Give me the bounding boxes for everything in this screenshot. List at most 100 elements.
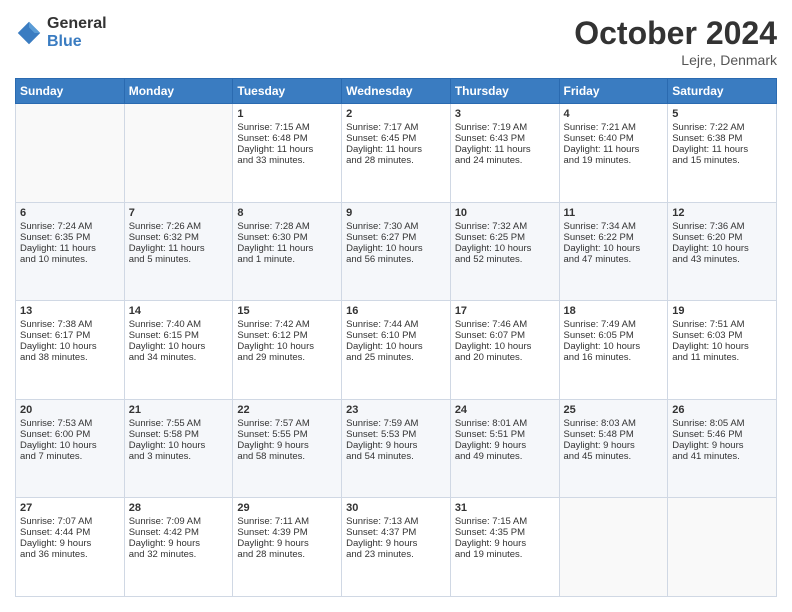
day-info: Sunrise: 7:21 AM xyxy=(564,122,664,133)
day-info: Sunset: 6:32 PM xyxy=(129,232,229,243)
day-info: and 47 minutes. xyxy=(564,254,664,265)
header-thursday: Thursday xyxy=(450,79,559,104)
calendar-cell xyxy=(16,104,125,203)
day-info: Daylight: 10 hours xyxy=(455,243,555,254)
day-info: Daylight: 10 hours xyxy=(237,341,337,352)
day-info: Daylight: 9 hours xyxy=(455,538,555,549)
day-info: Sunset: 6:22 PM xyxy=(564,232,664,243)
day-info: and 34 minutes. xyxy=(129,352,229,363)
day-info: and 1 minute. xyxy=(237,254,337,265)
day-info: Sunrise: 7:26 AM xyxy=(129,221,229,232)
header-sunday: Sunday xyxy=(16,79,125,104)
calendar-cell: 29Sunrise: 7:11 AMSunset: 4:39 PMDayligh… xyxy=(233,498,342,597)
day-info: Sunset: 5:53 PM xyxy=(346,429,446,440)
location: Lejre, Denmark xyxy=(574,52,777,68)
day-info: Daylight: 10 hours xyxy=(564,341,664,352)
day-info: Daylight: 11 hours xyxy=(346,144,446,155)
day-info: Sunrise: 7:44 AM xyxy=(346,319,446,330)
day-info: Sunrise: 7:09 AM xyxy=(129,516,229,527)
day-info: Daylight: 10 hours xyxy=(129,341,229,352)
day-info: and 3 minutes. xyxy=(129,451,229,462)
calendar-week-row: 27Sunrise: 7:07 AMSunset: 4:44 PMDayligh… xyxy=(16,498,777,597)
day-number: 31 xyxy=(455,502,555,514)
day-number: 28 xyxy=(129,502,229,514)
day-info: Daylight: 9 hours xyxy=(20,538,120,549)
calendar-cell xyxy=(559,498,668,597)
header-wednesday: Wednesday xyxy=(342,79,451,104)
day-info: Sunset: 6:05 PM xyxy=(564,330,664,341)
month-title: October 2024 xyxy=(574,15,777,52)
day-info: Daylight: 10 hours xyxy=(672,341,772,352)
day-number: 6 xyxy=(20,207,120,219)
day-info: and 28 minutes. xyxy=(237,549,337,560)
day-number: 27 xyxy=(20,502,120,514)
day-number: 14 xyxy=(129,305,229,317)
day-info: Sunrise: 8:03 AM xyxy=(564,418,664,429)
day-info: Daylight: 10 hours xyxy=(455,341,555,352)
calendar-cell: 11Sunrise: 7:34 AMSunset: 6:22 PMDayligh… xyxy=(559,202,668,301)
calendar-cell: 19Sunrise: 7:51 AMSunset: 6:03 PMDayligh… xyxy=(668,301,777,400)
logo-text: General Blue xyxy=(47,15,107,50)
day-number: 2 xyxy=(346,108,446,120)
day-info: Daylight: 10 hours xyxy=(129,440,229,451)
day-info: Sunrise: 7:53 AM xyxy=(20,418,120,429)
day-number: 22 xyxy=(237,404,337,416)
day-info: Sunset: 4:39 PM xyxy=(237,527,337,538)
day-info: and 33 minutes. xyxy=(237,155,337,166)
header: General Blue October 2024 Lejre, Denmark xyxy=(15,15,777,68)
day-number: 15 xyxy=(237,305,337,317)
day-number: 17 xyxy=(455,305,555,317)
header-tuesday: Tuesday xyxy=(233,79,342,104)
day-number: 25 xyxy=(564,404,664,416)
day-info: and 7 minutes. xyxy=(20,451,120,462)
day-info: and 28 minutes. xyxy=(346,155,446,166)
day-info: Sunset: 6:38 PM xyxy=(672,133,772,144)
day-info: Sunrise: 7:17 AM xyxy=(346,122,446,133)
day-info: Sunrise: 7:40 AM xyxy=(129,319,229,330)
day-info: and 41 minutes. xyxy=(672,451,772,462)
day-info: Sunset: 6:48 PM xyxy=(237,133,337,144)
calendar-week-row: 20Sunrise: 7:53 AMSunset: 6:00 PMDayligh… xyxy=(16,399,777,498)
day-info: Daylight: 10 hours xyxy=(672,243,772,254)
day-info: Sunrise: 7:15 AM xyxy=(237,122,337,133)
day-number: 7 xyxy=(129,207,229,219)
day-info: Sunset: 6:07 PM xyxy=(455,330,555,341)
day-info: Sunrise: 8:05 AM xyxy=(672,418,772,429)
day-info: Daylight: 9 hours xyxy=(129,538,229,549)
day-info: and 15 minutes. xyxy=(672,155,772,166)
day-info: Daylight: 9 hours xyxy=(564,440,664,451)
day-info: Sunset: 5:55 PM xyxy=(237,429,337,440)
day-info: Sunrise: 7:22 AM xyxy=(672,122,772,133)
day-number: 9 xyxy=(346,207,446,219)
day-number: 12 xyxy=(672,207,772,219)
day-number: 23 xyxy=(346,404,446,416)
day-info: Daylight: 9 hours xyxy=(346,440,446,451)
day-info: Sunrise: 7:32 AM xyxy=(455,221,555,232)
calendar-cell: 6Sunrise: 7:24 AMSunset: 6:35 PMDaylight… xyxy=(16,202,125,301)
day-info: and 25 minutes. xyxy=(346,352,446,363)
day-info: Sunrise: 7:51 AM xyxy=(672,319,772,330)
calendar-cell: 30Sunrise: 7:13 AMSunset: 4:37 PMDayligh… xyxy=(342,498,451,597)
day-number: 19 xyxy=(672,305,772,317)
day-number: 24 xyxy=(455,404,555,416)
calendar: Sunday Monday Tuesday Wednesday Thursday… xyxy=(15,78,777,597)
day-info: Sunrise: 7:46 AM xyxy=(455,319,555,330)
day-info: and 52 minutes. xyxy=(455,254,555,265)
day-info: Sunset: 6:17 PM xyxy=(20,330,120,341)
calendar-cell: 25Sunrise: 8:03 AMSunset: 5:48 PMDayligh… xyxy=(559,399,668,498)
day-info: and 19 minutes. xyxy=(564,155,664,166)
day-info: Sunrise: 7:36 AM xyxy=(672,221,772,232)
day-number: 16 xyxy=(346,305,446,317)
day-info: Sunrise: 7:34 AM xyxy=(564,221,664,232)
day-info: Sunset: 6:43 PM xyxy=(455,133,555,144)
day-info: Sunrise: 7:19 AM xyxy=(455,122,555,133)
calendar-cell: 5Sunrise: 7:22 AMSunset: 6:38 PMDaylight… xyxy=(668,104,777,203)
day-info: and 11 minutes. xyxy=(672,352,772,363)
logo-icon xyxy=(15,19,43,47)
calendar-cell: 12Sunrise: 7:36 AMSunset: 6:20 PMDayligh… xyxy=(668,202,777,301)
calendar-week-row: 13Sunrise: 7:38 AMSunset: 6:17 PMDayligh… xyxy=(16,301,777,400)
day-info: and 36 minutes. xyxy=(20,549,120,560)
day-info: and 24 minutes. xyxy=(455,155,555,166)
calendar-cell: 24Sunrise: 8:01 AMSunset: 5:51 PMDayligh… xyxy=(450,399,559,498)
header-saturday: Saturday xyxy=(668,79,777,104)
